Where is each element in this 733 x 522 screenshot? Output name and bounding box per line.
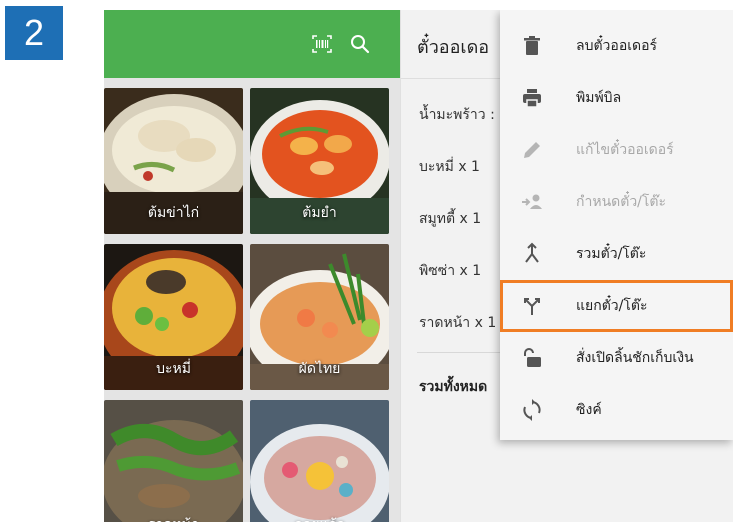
order-line-item[interactable]: น้ำมะพร้าว : (419, 104, 495, 126)
search-icon[interactable] (348, 32, 372, 56)
pos-app-window: ต้มข่าไก่ ต้มยำ บะหมี่ ผัดไทย ตั๋วออเดอ … (104, 10, 733, 522)
product-label: ต้มข่าไก่ (147, 205, 200, 221)
pencil-icon (524, 142, 540, 158)
sync-icon (523, 399, 541, 421)
product-label: บะหมี่ (156, 361, 191, 377)
step-number-badge: 2 (5, 6, 63, 60)
merge-ticket-table-item[interactable]: รวมตั๋ว/โต๊ะ (500, 228, 733, 280)
assign-ticket-table-item: กำหนดตั๋ว/โต๊ะ (500, 176, 733, 228)
menu-item-label: แก้ไขตั๋วออเดอร์ (576, 142, 674, 158)
unlock-icon (524, 348, 541, 367)
product-image (104, 400, 243, 522)
order-line-item[interactable]: ราดหน้า x 1 (419, 312, 496, 334)
order-line-item[interactable]: สมูทตี้ x 1 (419, 208, 481, 230)
menu-item-label: สั่งเปิดลิ้นชักเก็บเงิน (576, 350, 694, 366)
product-tile[interactable]: ลอยแก้ว (250, 400, 389, 522)
product-label: ผัดไทย (298, 361, 341, 377)
delete-order-item[interactable]: ลบตั๋วออเดอร์ (500, 20, 733, 72)
product-tile[interactable]: ต้มข่าไก่ (104, 88, 243, 234)
product-tile[interactable]: บะหมี่ (104, 244, 243, 390)
product-tile[interactable]: ต้มยำ (250, 88, 389, 234)
menu-item-label: ลบตั๋วออเดอร์ (576, 38, 658, 54)
product-image (250, 400, 389, 522)
menu-item-label: พิมพ์บิล (576, 90, 622, 106)
merge-icon (525, 242, 539, 263)
menu-item-label: ซิงค์ (576, 402, 602, 418)
barcode-scan-icon[interactable] (310, 32, 334, 56)
menu-item-label: รวมตั๋ว/โต๊ะ (576, 246, 647, 262)
product-tile[interactable]: ผัดไทย (250, 244, 389, 390)
product-grid: ต้มข่าไก่ ต้มยำ บะหมี่ ผัดไทย (104, 78, 400, 522)
product-label: ต้มยำ (302, 205, 337, 221)
app-header (104, 10, 400, 78)
product-label: ลอยแก้ว (250, 514, 389, 522)
split-ticket-table-item[interactable]: แยกตั๋ว/โต๊ะ (500, 280, 733, 332)
open-cash-drawer-item[interactable]: สั่งเปิดลิ้นชักเก็บเงิน (500, 332, 733, 384)
order-line-item[interactable]: บะหมี่ x 1 (419, 156, 480, 178)
menu-item-label: แยกตั๋ว/โต๊ะ (576, 298, 648, 314)
menu-item-label: กำหนดตั๋ว/โต๊ะ (576, 194, 667, 210)
order-title: ตั๋วออเดอ (417, 37, 490, 58)
order-total-label: รวมทั้งหมด (419, 379, 488, 395)
sync-item[interactable]: ซิงค์ (500, 384, 733, 436)
overflow-menu: ลบตั๋วออเดอร์ พิมพ์บิล แก้ไขตั๋วออเดอร์ … (500, 10, 733, 440)
edit-order-item: แก้ไขตั๋วออเดอร์ (500, 124, 733, 176)
printer-icon (523, 89, 541, 108)
print-bill-item[interactable]: พิมพ์บิล (500, 72, 733, 124)
assign-person-icon (522, 194, 542, 209)
product-tile[interactable]: ราดหน้า (104, 400, 243, 522)
split-icon (524, 298, 540, 315)
trash-icon (524, 36, 540, 55)
product-label: ราดหน้า (104, 514, 243, 522)
order-line-item[interactable]: พิซซ่า x 1 (419, 260, 481, 282)
